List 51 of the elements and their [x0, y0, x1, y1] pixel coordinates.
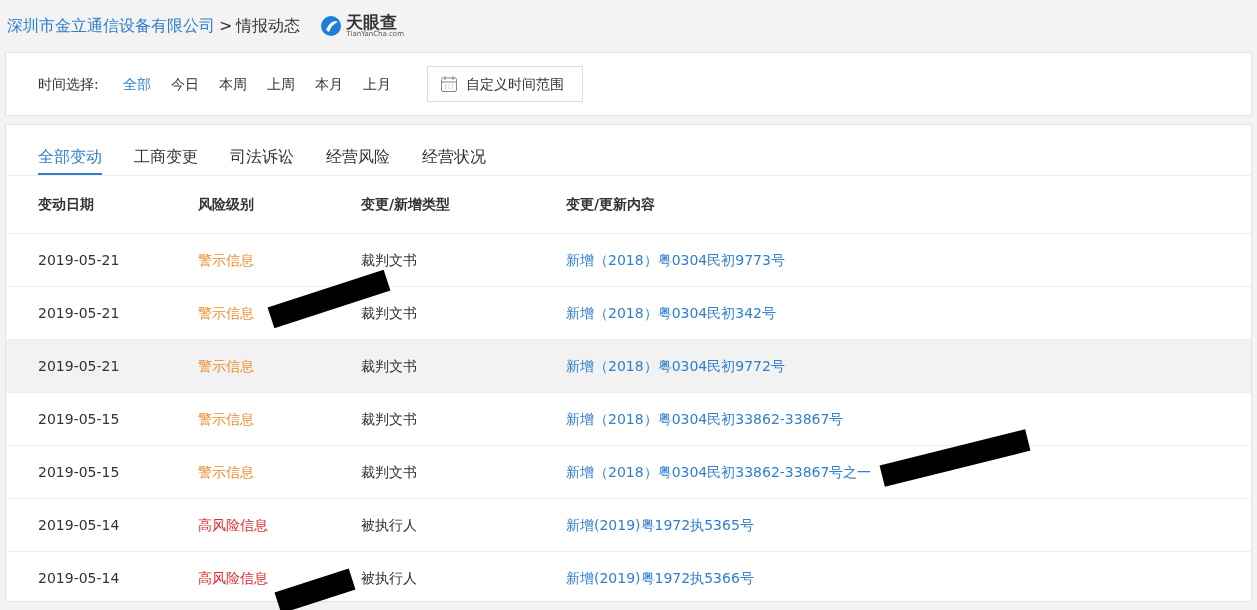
- content-link[interactable]: 新增(2019)粤1972执5366号: [566, 569, 754, 586]
- time-option[interactable]: 全部: [122, 73, 151, 95]
- type-cell-text: 裁判文书: [361, 409, 418, 429]
- tab[interactable]: 经营风险: [326, 145, 390, 175]
- tab[interactable]: 经营状况: [422, 145, 486, 175]
- date-range-button[interactable]: 自定义时间范围: [426, 66, 583, 102]
- calendar-icon: [439, 75, 458, 93]
- date-cell-text: 2019-05-21: [38, 303, 121, 323]
- type-cell-text: 被执行人: [361, 568, 418, 588]
- risk-level-cell-text: 警示信息: [198, 356, 255, 376]
- content-link[interactable]: 新增（2018）粤0304民初33862-33867号: [566, 410, 844, 427]
- time-option[interactable]: 上周: [266, 73, 295, 95]
- content-link[interactable]: 新增（2018）粤0304民初342号: [566, 304, 776, 321]
- type-cell-text: 裁判文书: [361, 303, 418, 323]
- risk-level-cell-text: 警示信息: [198, 250, 255, 270]
- column-header: 变更/更新内容: [566, 195, 657, 214]
- date-cell-text: 2019-05-14: [38, 568, 121, 588]
- content-link[interactable]: 新增(2019)粤1972执5365号: [566, 516, 754, 533]
- tab[interactable]: 工商变更: [134, 145, 198, 175]
- risk-level-cell-text: 警示信息: [198, 303, 255, 323]
- page-title: 情报动态: [236, 15, 301, 37]
- time-option[interactable]: 今日: [170, 73, 199, 95]
- company-link[interactable]: 深圳市金立通信设备有限公司: [7, 14, 215, 38]
- filter-label: 时间选择:: [38, 74, 99, 94]
- content-link[interactable]: 新增（2018）粤0304民初9773号: [566, 251, 785, 268]
- type-cell-text: 裁判文书: [361, 356, 418, 376]
- date-cell-text: 2019-05-21: [38, 356, 121, 376]
- date-cell-text: 2019-05-15: [38, 462, 121, 482]
- time-option[interactable]: 上月: [362, 73, 391, 95]
- logo-text: 天眼查: [346, 14, 398, 31]
- tab[interactable]: 全部变动: [38, 145, 102, 175]
- risk-level-cell-text: 高风险信息: [198, 568, 269, 588]
- time-option[interactable]: 本月: [314, 73, 343, 95]
- type-cell-text: 裁判文书: [361, 462, 418, 482]
- date-cell-text: 2019-05-15: [38, 409, 121, 429]
- date-cell-text: 2019-05-14: [38, 515, 121, 535]
- risk-level-cell-text: 高风险信息: [198, 515, 269, 535]
- column-header: 变动日期: [38, 195, 95, 214]
- type-cell-text: 被执行人: [361, 515, 418, 535]
- date-cell-text: 2019-05-21: [38, 250, 121, 270]
- breadcrumb-separator: >: [219, 15, 233, 37]
- type-cell-text: 裁判文书: [361, 250, 418, 270]
- column-header: 变更/新增类型: [361, 195, 452, 214]
- content-link[interactable]: 新增（2018）粤0304民初33862-33867号之一: [566, 463, 872, 480]
- tab[interactable]: 司法诉讼: [230, 145, 294, 175]
- time-option[interactable]: 本周: [218, 73, 247, 95]
- logo-icon: [320, 15, 343, 37]
- risk-level-cell-text: 警示信息: [198, 462, 255, 482]
- risk-level-cell-text: 警示信息: [198, 409, 255, 429]
- content-link[interactable]: 新增（2018）粤0304民初9772号: [566, 357, 785, 374]
- column-header: 风险级别: [198, 195, 255, 214]
